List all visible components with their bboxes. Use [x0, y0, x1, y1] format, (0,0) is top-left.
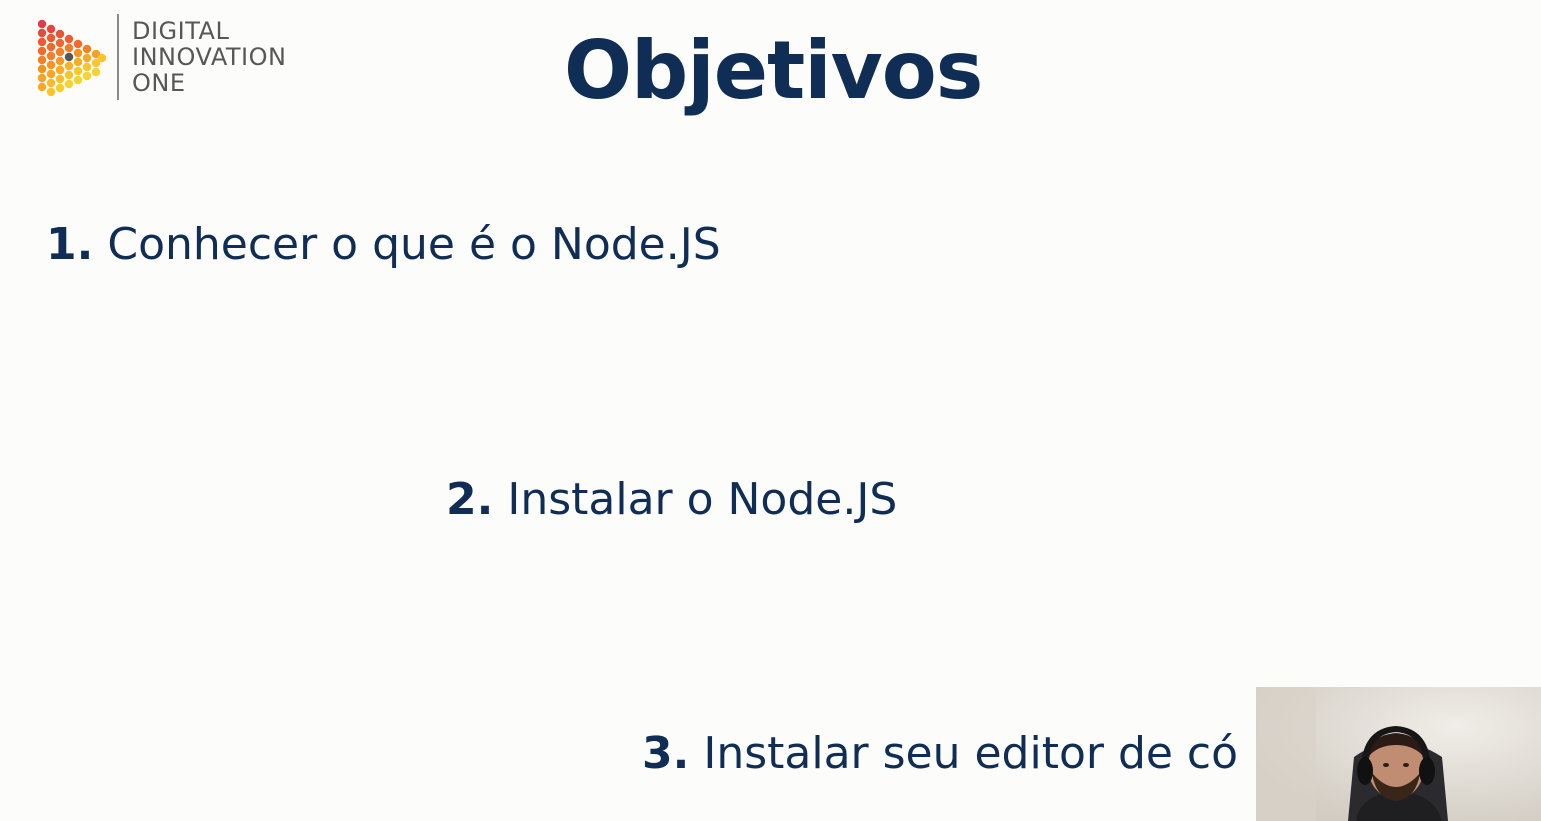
- objective-item-2: 2. Instalar o Node.JS: [446, 473, 897, 527]
- logo-divider: [117, 14, 119, 100]
- logo-wordmark: DIGITAL INNOVATION ONE: [132, 18, 286, 96]
- logo-line-one: ONE: [132, 69, 186, 97]
- logo-line-digital: DIGITAL: [132, 17, 230, 45]
- presenter-silhouette: [1256, 687, 1541, 821]
- slide-title: Objetivos: [564, 24, 983, 117]
- objective-text: Instalar o Node.JS: [507, 474, 898, 525]
- slide: DIGITAL INNOVATION ONE Objetivos 1. Conhe…: [0, 0, 1541, 821]
- presenter-webcam-video: [1256, 687, 1541, 821]
- dotted-play-triangle-icon: [37, 19, 107, 96]
- objective-number: 2.: [446, 474, 494, 525]
- logo-line-innovation: INNOVATION: [132, 43, 287, 71]
- objective-item-1: 1. Conhecer o que é o Node.JS: [46, 218, 721, 272]
- objective-text: Conhecer o que é o Node.JS: [107, 219, 721, 270]
- objective-item-3: 3. Instalar seu editor de có: [642, 727, 1238, 781]
- objective-number: 3.: [642, 728, 690, 779]
- objective-number: 1.: [46, 219, 94, 270]
- objective-text: Instalar seu editor de có: [703, 728, 1239, 779]
